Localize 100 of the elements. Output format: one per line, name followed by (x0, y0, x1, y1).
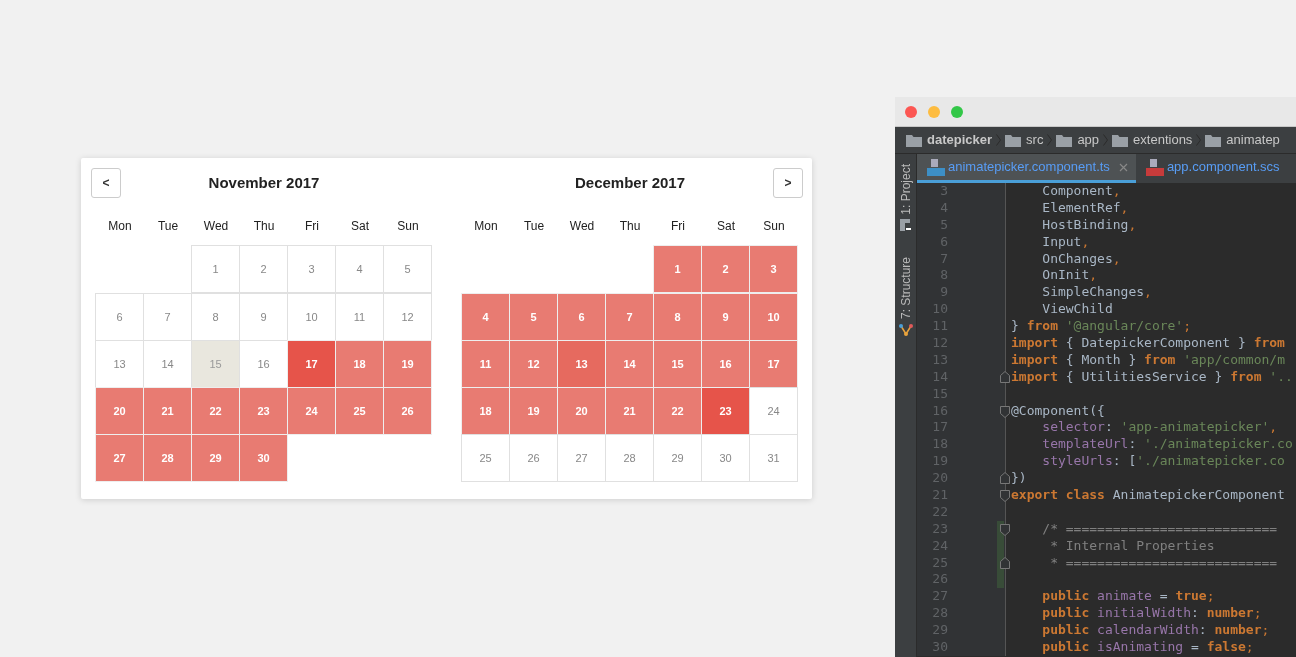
code-line: import { UtilitiesService } from '.. (1010, 368, 1293, 386)
day-cell[interactable]: 25 (461, 434, 510, 482)
breadcrumb-link[interactable]: app (1077, 130, 1100, 150)
day-cell[interactable]: 23 (239, 387, 288, 435)
code-line: public animate = true; (1041, 588, 1215, 606)
day-cell[interactable]: 15 (191, 340, 240, 388)
day-cell[interactable]: 20 (95, 387, 144, 435)
code-line: templateUrl: './animatepicker.co (1041, 436, 1293, 454)
tab-label: app.component.scs (1166, 158, 1280, 177)
code-line: Input, (1041, 233, 1090, 251)
code-line: selector: 'app-animatepicker', (1041, 419, 1278, 437)
day-cell[interactable]: 27 (557, 434, 606, 482)
code-line: /* =========================== (1041, 520, 1278, 538)
day-cell[interactable]: 21 (605, 387, 654, 435)
maximize-window-icon[interactable] (951, 105, 963, 118)
weekday-label: Fri (671, 218, 685, 235)
day-cell[interactable]: 21 (143, 387, 192, 435)
folder-icon (1205, 133, 1222, 147)
day-cell[interactable]: 30 (701, 434, 750, 482)
breadcrumb-link[interactable]: src (1026, 130, 1044, 150)
editor-tab[interactable]: app.component.scs (1135, 154, 1288, 183)
code-line: public isAnimating = false; (1041, 639, 1254, 656)
next-month-button[interactable]: > (773, 168, 803, 198)
day-cell[interactable]: 5 (383, 245, 432, 293)
day-cell[interactable]: 19 (383, 340, 432, 388)
day-cell[interactable]: 26 (509, 434, 558, 482)
day-cell[interactable]: 17 (287, 340, 336, 388)
day-cell[interactable]: 28 (143, 434, 192, 482)
fold-marker-icon[interactable] (1000, 472, 1010, 485)
fold-marker-icon[interactable] (1000, 523, 1010, 536)
code-line: import { DatepickerComponent } from (1010, 335, 1285, 352)
breadcrumb-link[interactable]: animatep (1226, 130, 1280, 150)
folder-icon (1112, 133, 1129, 147)
weekday-label: Thu (253, 218, 275, 235)
breadcrumb-link[interactable]: extentions (1133, 130, 1193, 150)
day-cell[interactable]: 9 (701, 293, 750, 341)
code-line: * Internal Properties (1049, 537, 1215, 555)
day-cell[interactable]: 15 (653, 340, 702, 388)
month-title: November 2017 (208, 172, 320, 193)
editor-tab[interactable]: animatepicker.component.ts (917, 154, 1136, 183)
fold-marker-icon[interactable] (1000, 556, 1010, 569)
day-cell[interactable]: 22 (653, 387, 702, 435)
code-line: public initialWidth: number; (1041, 605, 1262, 623)
day-cell[interactable]: 22 (191, 387, 240, 435)
code-line: ViewChild (1041, 301, 1113, 319)
weekday-label: Mon (474, 218, 498, 235)
day-cell[interactable]: 7 (605, 293, 654, 341)
day-cell[interactable]: 5 (509, 293, 558, 341)
day-cell[interactable]: 26 (383, 387, 432, 435)
day-cell[interactable]: 17 (749, 340, 798, 388)
day-cell[interactable]: 25 (335, 387, 384, 435)
day-cell[interactable]: 24 (749, 387, 798, 435)
day-cell[interactable]: 8 (653, 293, 702, 341)
day-cell[interactable]: 28 (605, 434, 654, 482)
day-cell[interactable]: 10 (749, 293, 798, 341)
day-cell[interactable]: 29 (191, 434, 240, 482)
tool-window-tab[interactable]: 1: Project (896, 164, 915, 215)
day-cell[interactable]: 1 (191, 245, 240, 293)
day-cell[interactable]: 2 (701, 245, 750, 293)
day-cell[interactable]: 6 (557, 293, 606, 341)
day-cell[interactable]: 4 (461, 293, 510, 341)
day-cell[interactable]: 19 (509, 387, 558, 435)
day-cell[interactable]: 4 (335, 245, 384, 293)
day-cell[interactable]: 18 (335, 340, 384, 388)
close-icon[interactable] (1118, 162, 1128, 172)
day-cell[interactable]: 1 (653, 245, 702, 293)
day-cell[interactable]: 2 (239, 245, 288, 293)
day-cell[interactable]: 11 (461, 340, 510, 388)
day-cell[interactable]: 13 (557, 340, 606, 388)
breadcrumb-link[interactable]: datepicker (927, 130, 993, 150)
previous-month-button[interactable]: < (91, 168, 121, 198)
day-cell[interactable]: 3 (749, 245, 798, 293)
day-cell[interactable]: 24 (287, 387, 336, 435)
weekday-label: Wed (203, 218, 229, 235)
fold-marker-icon[interactable] (1000, 405, 1010, 418)
close-window-icon[interactable] (905, 105, 917, 118)
day-cell[interactable]: 31 (749, 434, 798, 482)
day-cell[interactable]: 3 (287, 245, 336, 293)
fold-marker-icon[interactable] (1000, 370, 1010, 383)
day-cell[interactable]: 30 (239, 434, 288, 482)
folder-icon (1056, 133, 1073, 147)
day-cell[interactable]: 6 (95, 293, 144, 341)
weekday-label: Sat (717, 218, 735, 235)
tool-window-tab[interactable]: 7: Structure (896, 256, 915, 319)
code-line: export class AnimatepickerComponent (1010, 487, 1285, 504)
weekday-label: Fri (305, 218, 319, 235)
day-cell[interactable]: 18 (461, 387, 510, 435)
fold-marker-icon[interactable] (1000, 490, 1010, 503)
day-cell[interactable]: 29 (653, 434, 702, 482)
day-cell[interactable]: 20 (557, 387, 606, 435)
day-cell[interactable]: 14 (605, 340, 654, 388)
day-cell[interactable]: 12 (383, 293, 432, 341)
code-line: SimpleChanges, (1041, 284, 1152, 302)
weekday-label: Sat (351, 218, 369, 235)
weekday-label: Sun (763, 218, 785, 235)
day-cell[interactable]: 23 (701, 387, 750, 435)
day-cell[interactable]: 27 (95, 434, 144, 482)
code-line: Component, (1041, 183, 1121, 200)
day-cell[interactable]: 12 (509, 340, 558, 388)
day-cell[interactable]: 16 (701, 340, 750, 388)
